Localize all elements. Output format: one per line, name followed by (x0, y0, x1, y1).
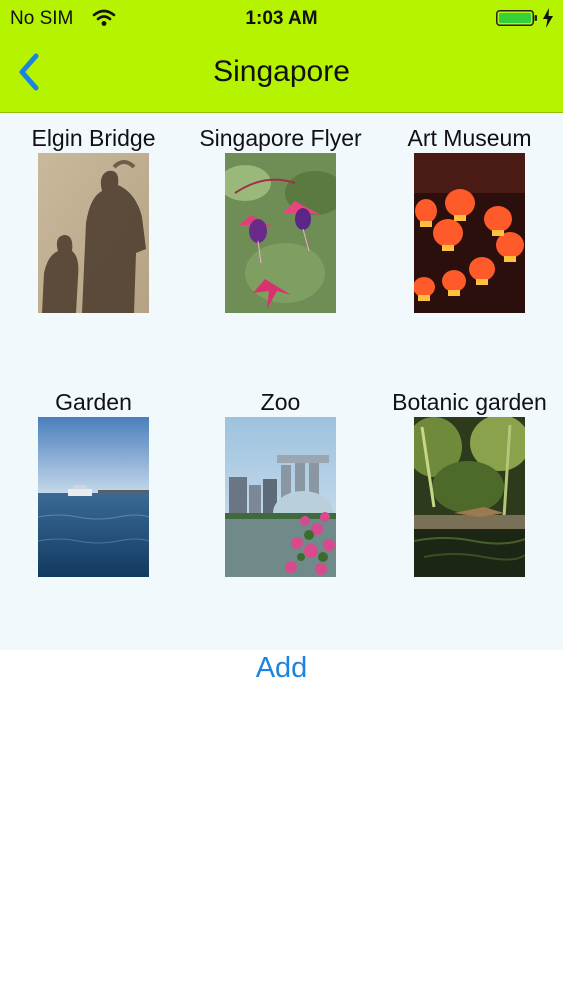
place-label: Singapore Flyer (199, 125, 362, 151)
place-tile-singapore-flyer: Singapore Flyer (187, 113, 374, 373)
place-label: Zoo (260, 389, 301, 415)
red-lanterns-photo[interactable] (414, 153, 525, 313)
sea-boat-photo[interactable] (38, 417, 149, 577)
place-label: Garden (55, 389, 132, 415)
place-tile-garden: Garden (0, 377, 187, 637)
status-bar: No SIM 1:03 AM (0, 0, 563, 36)
place-tile-art-museum: Art Museum (376, 113, 563, 373)
add-button[interactable]: Add (0, 652, 563, 685)
clock-time: 1:03 AM (245, 8, 318, 29)
skyline-flowers-photo[interactable] (225, 417, 336, 577)
jungle-pond-photo[interactable] (414, 417, 525, 577)
place-tile-botanic-garden: Botanic garden (376, 377, 563, 637)
battery-icon (496, 10, 537, 26)
navigation-bar: No SIM 1:03 AM Singapore (0, 0, 563, 113)
silhouette-shadows-photo[interactable] (38, 153, 149, 313)
place-tile-zoo: Zoo (187, 377, 374, 637)
page-title: Singapore (213, 55, 350, 88)
place-label: Art Museum (407, 125, 532, 151)
charging-bolt-icon (543, 8, 553, 28)
fuchsia-flowers-photo[interactable] (225, 153, 336, 313)
place-tile-elgin-bridge: Elgin Bridge (0, 113, 187, 373)
place-label: Elgin Bridge (31, 125, 156, 151)
place-label: Botanic garden (392, 389, 547, 415)
places-grid: Elgin Bridge Singapore Flyer Art Museum … (0, 113, 563, 650)
